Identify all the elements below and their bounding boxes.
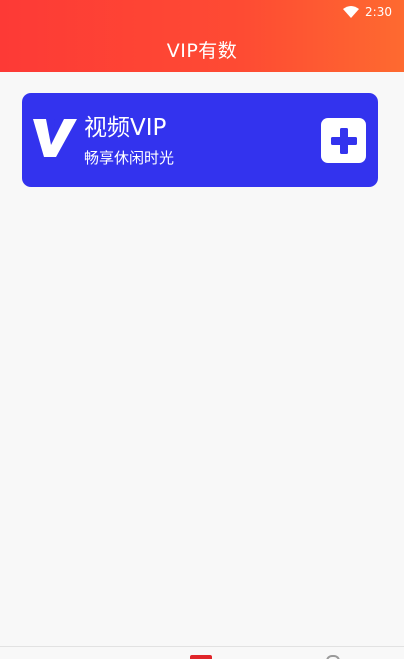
v-logo-icon	[33, 119, 77, 157]
add-button[interactable]	[321, 118, 366, 163]
home-icon[interactable]	[190, 655, 212, 659]
bottom-nav	[0, 647, 404, 659]
page-title: VIP有数	[166, 40, 238, 62]
profile-icon[interactable]	[326, 655, 340, 659]
wifi-icon	[343, 6, 360, 18]
status-time: 2:30	[365, 5, 392, 19]
app-header: 2:30 VIP有数	[0, 0, 404, 72]
card-title: 视频VIP	[84, 115, 167, 141]
status-bar: 2:30	[343, 3, 392, 21]
card-subtitle: 畅享休闲时光	[84, 149, 175, 167]
video-vip-card[interactable]: 视频VIP 畅享休闲时光	[22, 93, 378, 187]
plus-icon	[330, 127, 357, 154]
app-screen: 2:30 VIP有数 视频VIP 畅享休闲时光	[0, 0, 404, 659]
